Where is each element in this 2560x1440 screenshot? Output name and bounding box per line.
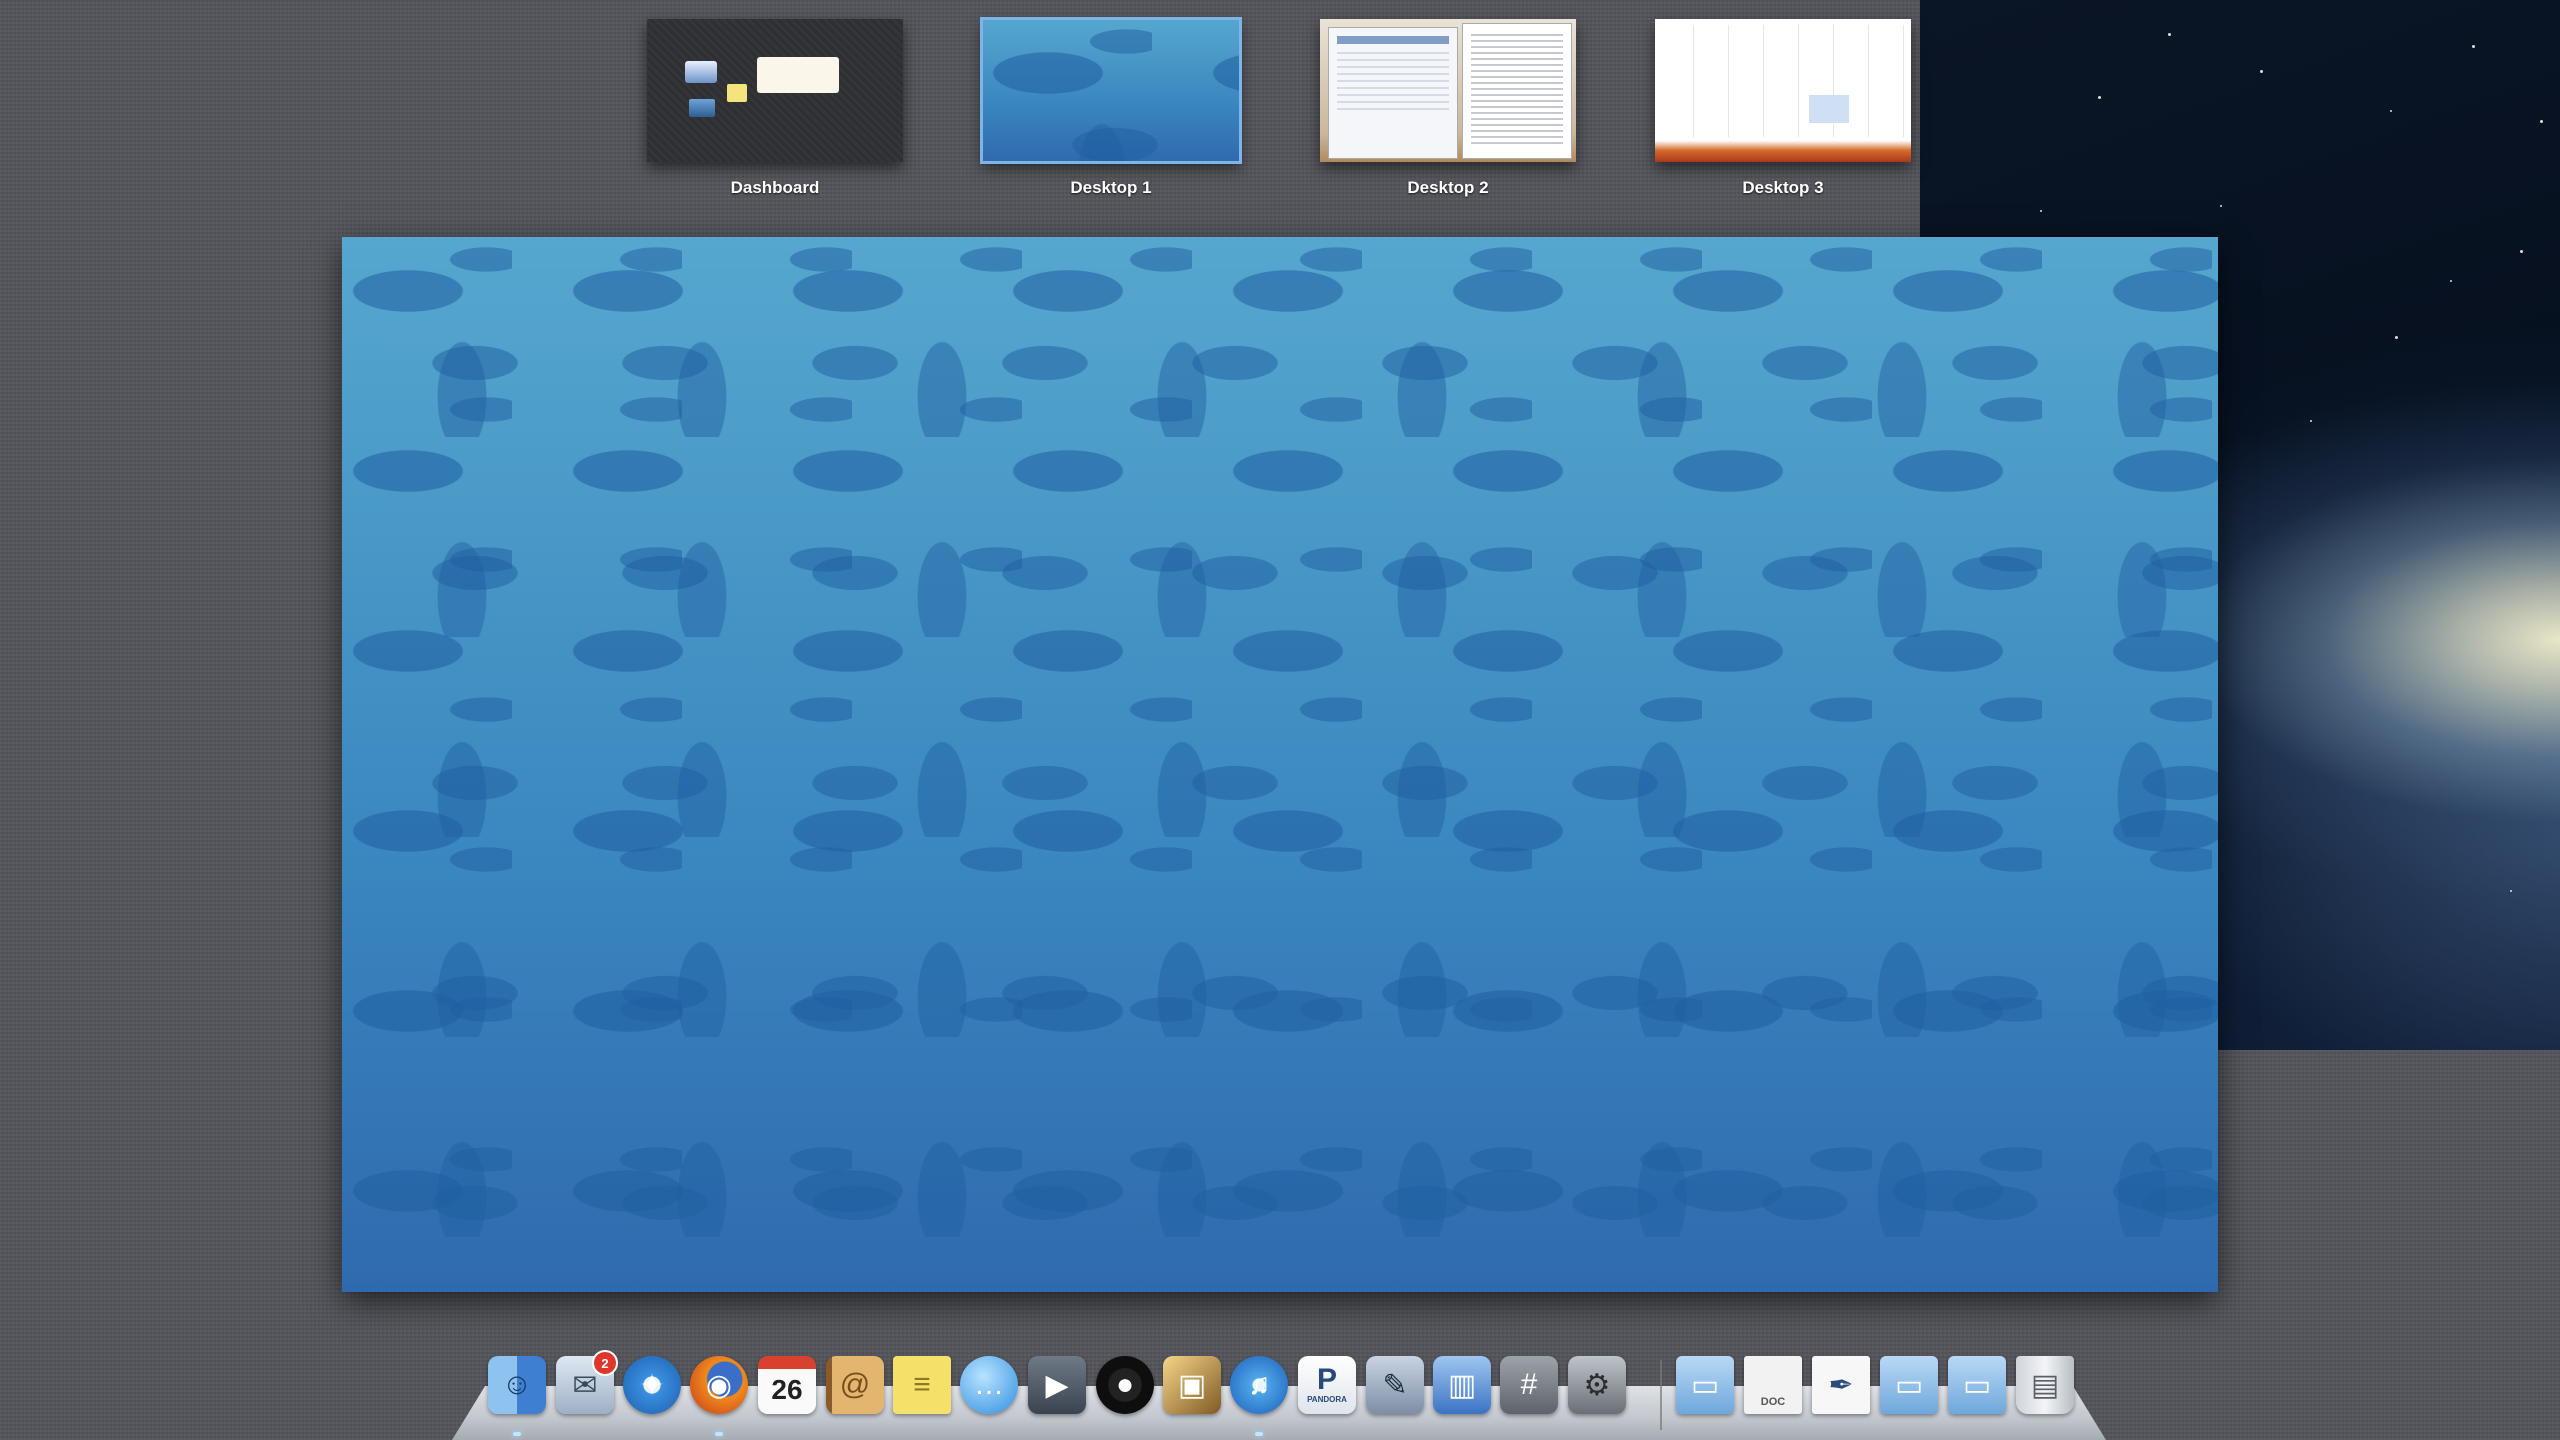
space-thumbnail-desktop-2[interactable] <box>1320 19 1576 162</box>
keynote-icon[interactable]: ▥ <box>1433 1356 1491 1414</box>
finder-icon[interactable]: ☺ <box>488 1356 546 1414</box>
running-indicator <box>1255 1432 1263 1436</box>
pandora-icon[interactable]: P PANDORA <box>1298 1356 1356 1414</box>
text-document-icon[interactable]: ✒ <box>1812 1356 1870 1414</box>
document-type-label: DOC <box>1760 1396 1786 1408</box>
messages-icon[interactable]: … <box>960 1356 1018 1414</box>
window-thumbnail <box>1659 25 1907 137</box>
folder-icon[interactable]: ▭ <box>1948 1356 2006 1414</box>
stickies-icon[interactable]: ≡ <box>893 1356 951 1414</box>
space-label-desktop-2: Desktop 2 <box>1407 178 1489 197</box>
system-preferences-icon[interactable]: ⚙ <box>1568 1356 1626 1414</box>
dashboard-widget-icon <box>727 84 747 102</box>
space-label-desktop-3: Desktop 3 <box>1742 178 1824 197</box>
running-indicator <box>513 1432 521 1436</box>
dashboard-widget-icon <box>685 61 717 83</box>
safari-icon[interactable]: ✦ <box>623 1356 681 1414</box>
itunes-icon[interactable]: ♫ <box>1230 1356 1288 1414</box>
trash-icon[interactable]: ▤ <box>2016 1356 2074 1414</box>
dock-separator <box>1660 1360 1662 1430</box>
mail-icon[interactable]: ✉ 2 <box>556 1350 618 1414</box>
space-thumbnail-desktop-3[interactable] <box>1655 19 1911 162</box>
address-book-icon[interactable]: @ <box>826 1356 884 1414</box>
aperture-icon[interactable]: ● <box>1096 1356 1154 1414</box>
running-indicator <box>715 1432 723 1436</box>
space-label-desktop-1: Desktop 1 <box>1070 178 1152 197</box>
current-desktop-preview[interactable] <box>342 237 2218 1292</box>
folder-icon[interactable]: ▭ <box>1880 1356 1938 1414</box>
pandora-letter: P <box>1316 1363 1337 1396</box>
dashboard-widget-icon <box>689 99 715 117</box>
space-thumbnail-dashboard[interactable] <box>647 19 903 162</box>
facetime-icon[interactable]: ▶ <box>1028 1356 1086 1414</box>
pandora-wordmark: PANDORA <box>1307 1395 1347 1404</box>
mail-badge: 2 <box>592 1350 618 1376</box>
window-thumbnail <box>1328 27 1458 159</box>
folder-icon[interactable]: ▭ <box>1676 1356 1734 1414</box>
dashboard-widget-icon <box>757 57 839 93</box>
space-thumbnail-desktop-1[interactable] <box>980 17 1242 164</box>
calendar-day: 26 <box>771 1374 803 1405</box>
calculator-icon[interactable]: # <box>1500 1356 1558 1414</box>
document-icon[interactable]: DOC <box>1744 1356 1802 1414</box>
space-label-dashboard: Dashboard <box>730 178 820 197</box>
iphoto-icon[interactable]: ▣ <box>1163 1356 1221 1414</box>
window-thumbnail <box>1462 23 1572 159</box>
script-editor-icon[interactable]: ✎ <box>1366 1356 1424 1414</box>
calendar-icon[interactable]: 26 <box>758 1356 816 1414</box>
firefox-icon[interactable]: ◉ <box>690 1356 748 1414</box>
